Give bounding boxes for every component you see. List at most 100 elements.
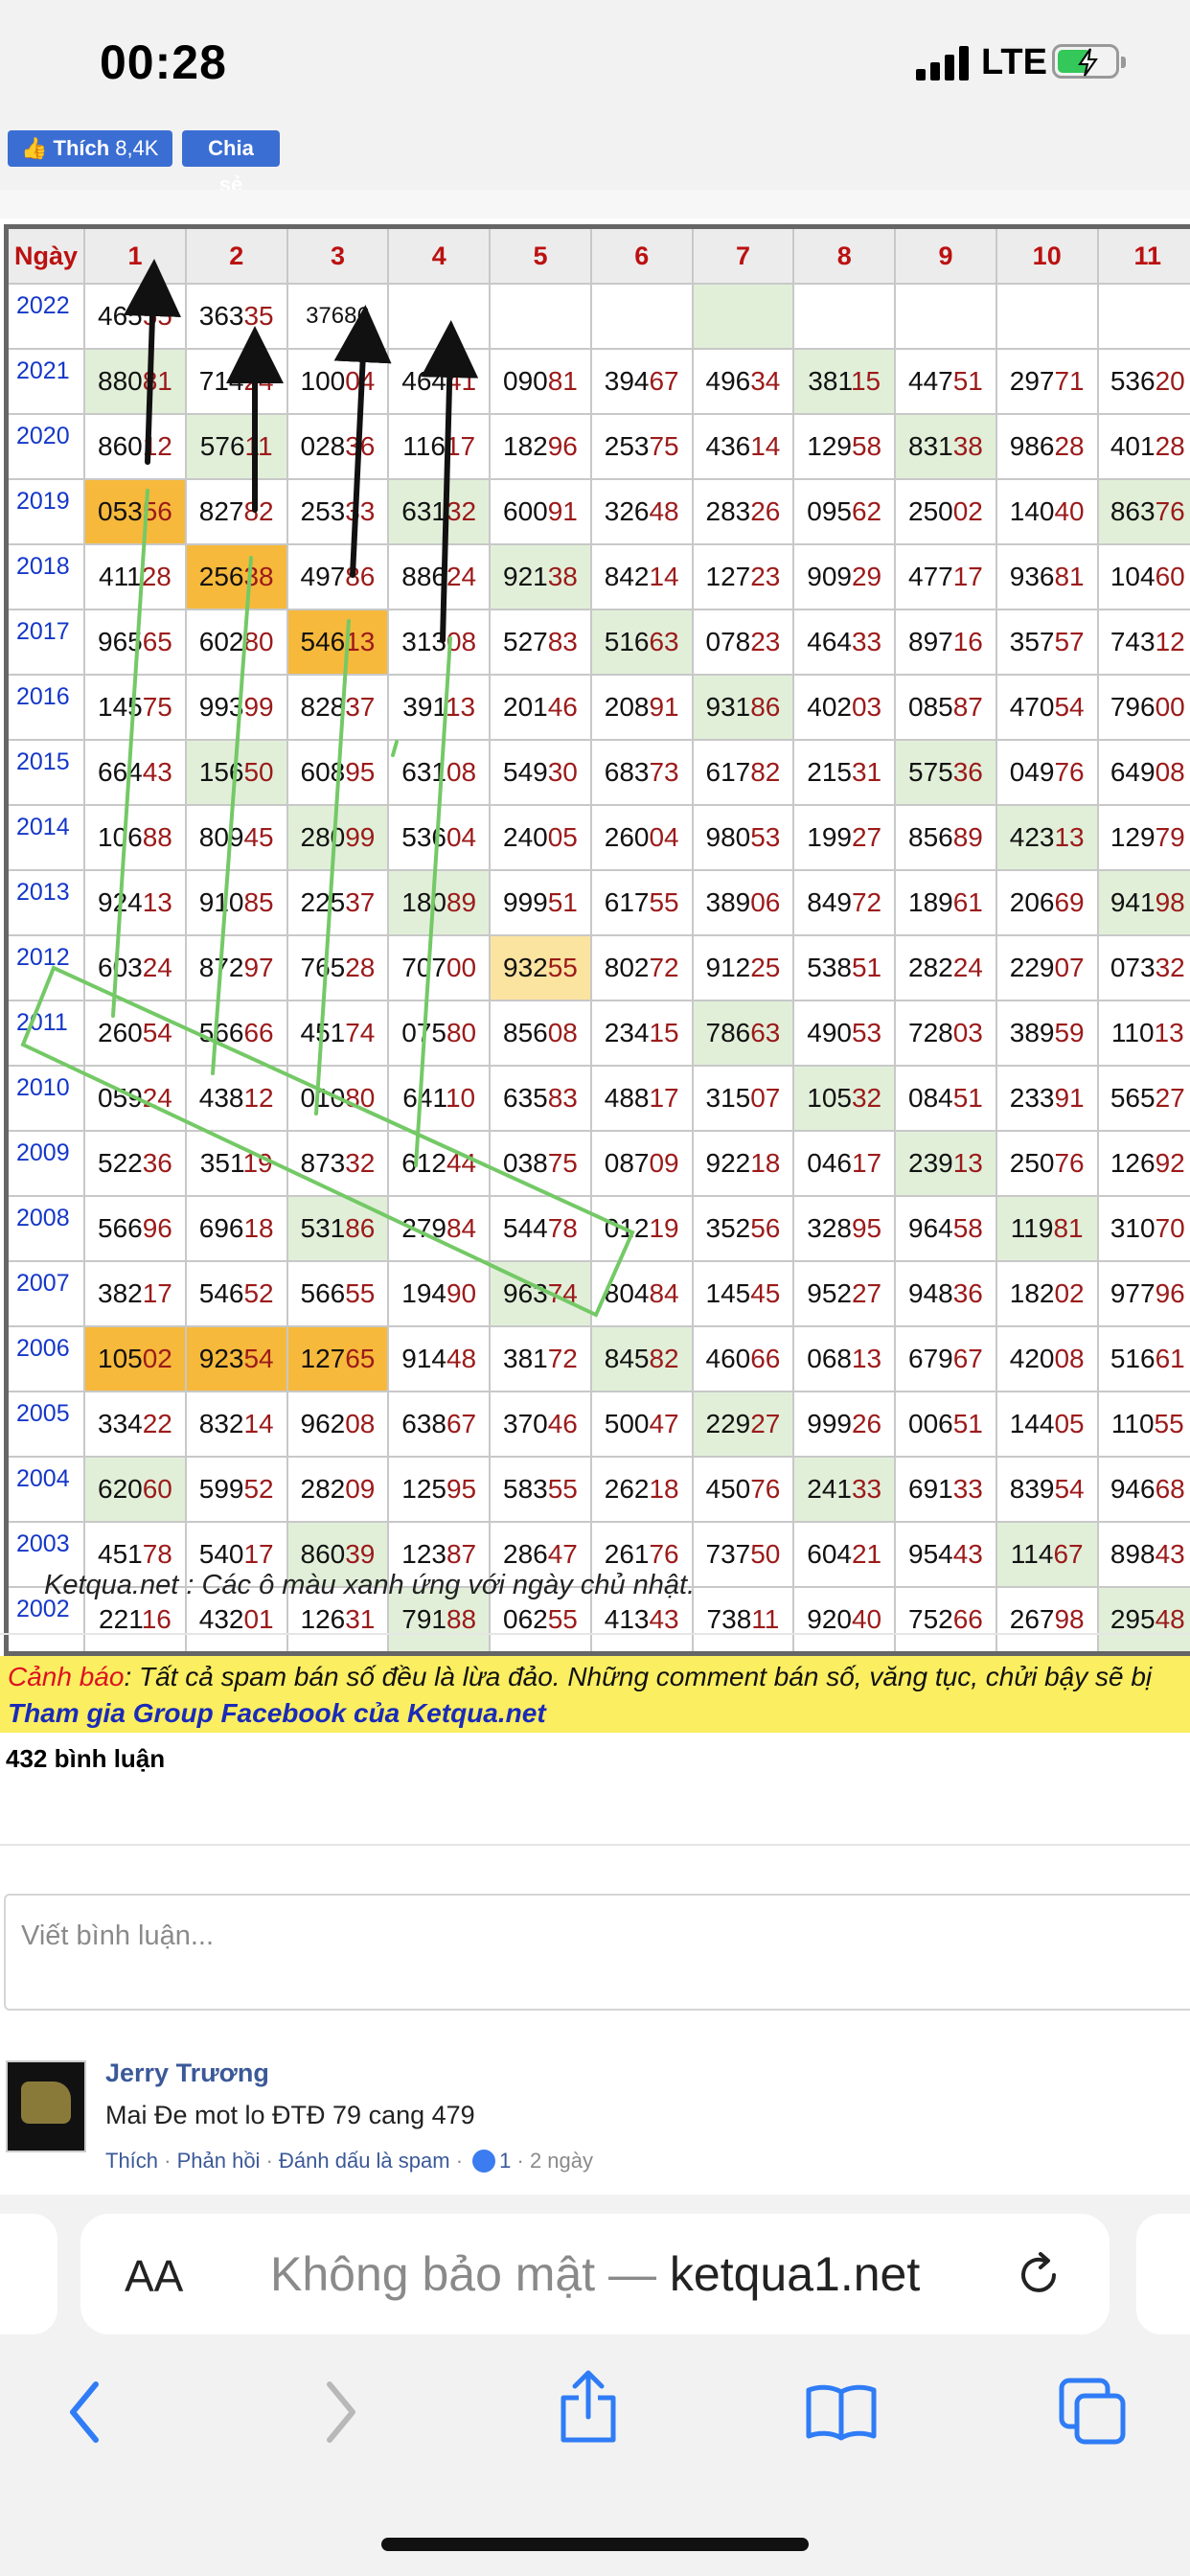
- result-cell: 84582: [589, 1325, 694, 1392]
- result-cell: 10532: [792, 1065, 897, 1132]
- result-last-two-digits: 98: [1155, 887, 1185, 917]
- back-icon[interactable]: [63, 2379, 105, 2446]
- year-link[interactable]: 2013: [5, 869, 86, 936]
- mark-spam-link[interactable]: Đánh dấu là spam: [279, 2149, 450, 2173]
- address-bar[interactable]: AA Không bảo mật — ketqua1.net: [80, 2214, 1110, 2334]
- result-lead-digits: 282: [300, 1474, 346, 1504]
- result-lead-digits: 127: [300, 1344, 346, 1373]
- result-lead-digits: 145: [705, 1278, 751, 1308]
- result-lead-digits: 447: [908, 366, 953, 396]
- year-link[interactable]: 2007: [5, 1260, 86, 1327]
- result-lead-digits: 608: [300, 757, 346, 787]
- year-link[interactable]: 2009: [5, 1130, 86, 1197]
- year-link[interactable]: 2006: [5, 1325, 86, 1392]
- forward-icon[interactable]: [320, 2379, 362, 2446]
- previous-tab-edge[interactable]: [0, 2214, 57, 2334]
- year-link[interactable]: 2010: [5, 1065, 86, 1132]
- year-link[interactable]: 2011: [5, 1000, 86, 1067]
- year-link[interactable]: 2008: [5, 1195, 86, 1262]
- result-last-two-digits: 53: [851, 1018, 882, 1047]
- result-last-two-digits: 23: [750, 627, 781, 656]
- result-last-two-digits: 33: [851, 1474, 882, 1504]
- table-row: 2022 46555 36335 37686: [5, 283, 1190, 350]
- result-lead-digits: 436: [705, 431, 751, 461]
- year-link[interactable]: 2020: [5, 413, 86, 480]
- avatar[interactable]: [6, 2060, 86, 2152]
- result-lead-digits: 488: [604, 1083, 650, 1113]
- table-row: 2006 10502 92354 12765 91448 38172 84582 46066 0…: [5, 1325, 1190, 1392]
- year-link[interactable]: 2017: [5, 609, 86, 676]
- comment-item: Jerry Trương Mai Đe mot lo ĐTĐ 79 cang 4…: [0, 2045, 1190, 2189]
- year-link[interactable]: 2019: [5, 478, 86, 545]
- facebook-like-button[interactable]: 👍 Thích 8,4K: [8, 130, 172, 167]
- result-last-two-digits: 75: [649, 431, 679, 461]
- like-link[interactable]: Thích: [105, 2149, 158, 2173]
- result-cell: 11981: [995, 1195, 1099, 1262]
- result-lead-digits: 845: [604, 1344, 650, 1373]
- result-cell: 10004: [286, 348, 390, 415]
- result-cell: 35256: [691, 1195, 795, 1262]
- result-cell: 97796: [1096, 1260, 1190, 1327]
- result-last-two-digits: 33: [345, 496, 376, 526]
- tabs-icon[interactable]: [1058, 2377, 1127, 2446]
- result-cell: 93186: [691, 674, 795, 741]
- bookmarks-icon[interactable]: [805, 2382, 878, 2442]
- join-facebook-group-link[interactable]: Tham gia Group Facebook của Ketqua.net: [8, 1698, 546, 1729]
- result-last-two-digits: 32: [345, 1148, 376, 1178]
- result-lead-digits: 649: [1110, 757, 1156, 787]
- network-type: LTE: [981, 42, 1047, 82]
- year-link[interactable]: 2015: [5, 739, 86, 806]
- result-lead-digits: 641: [402, 1083, 446, 1113]
- reply-link[interactable]: Phản hồi: [177, 2149, 261, 2173]
- result-last-two-digits: 55: [547, 1604, 578, 1634]
- result-lead-digits: 898: [1110, 1539, 1156, 1569]
- year-link[interactable]: 2022: [5, 283, 86, 350]
- text-size-button[interactable]: AA: [125, 2250, 183, 2302]
- result-lead-digits: 085: [908, 692, 953, 722]
- result-cell: 24133: [792, 1456, 897, 1523]
- result-last-two-digits: 05: [1054, 1409, 1085, 1438]
- result-lead-digits: 253: [300, 496, 346, 526]
- result-cell: 86376: [1096, 478, 1190, 545]
- result-cell: 49053: [792, 1000, 897, 1067]
- result-lead-digits: 106: [98, 822, 143, 852]
- result-lead-digits: 842: [604, 562, 650, 591]
- result-cell: 00651: [894, 1391, 997, 1458]
- result-lead-digits: 460: [705, 1344, 751, 1373]
- facebook-share-button[interactable]: Chia sẻ: [182, 130, 280, 196]
- result-cell: 50047: [589, 1391, 694, 1458]
- table-row: 2018 41128 25638 49786 88624 92138 84214 12723 9…: [5, 543, 1190, 610]
- next-tab-edge[interactable]: [1136, 2214, 1190, 2334]
- year-link[interactable]: 2016: [5, 674, 86, 741]
- lottery-results-table: Ngày 1 2 3 4 5 6 7 8 9 10 11 2022 46555 36335 37686 202…: [4, 224, 1190, 1656]
- result-lead-digits: 432: [198, 1604, 244, 1634]
- result-cell: 96458: [894, 1195, 997, 1262]
- result-cell: 22907: [995, 934, 1099, 1001]
- result-last-two-digits: 81: [547, 366, 578, 396]
- year-link[interactable]: 2005: [5, 1391, 86, 1458]
- result-last-two-digits: 51: [952, 1409, 983, 1438]
- comment-input[interactable]: Viết bình luận...: [4, 1894, 1190, 2011]
- result-cell: 57611: [184, 413, 288, 480]
- reload-icon[interactable]: [1012, 2248, 1065, 2302]
- result-cell: 73811: [691, 1586, 795, 1655]
- result-lead-digits: 260: [98, 1018, 143, 1047]
- year-link[interactable]: 2021: [5, 348, 86, 415]
- result-cell: 47054: [995, 674, 1099, 741]
- result-last-two-digits: 32: [1155, 953, 1185, 982]
- year-link[interactable]: 2018: [5, 543, 86, 610]
- comment-author[interactable]: Jerry Trương: [105, 2058, 269, 2088]
- year-link[interactable]: 2014: [5, 804, 86, 871]
- result-lead-digits: 963: [503, 1278, 548, 1308]
- year-link[interactable]: 2004: [5, 1456, 86, 1523]
- year-link[interactable]: 2012: [5, 934, 86, 1001]
- share-icon[interactable]: [558, 2369, 619, 2446]
- result-cell: 37686: [286, 283, 390, 350]
- result-last-two-digits: 34: [750, 366, 781, 396]
- result-cell: 18089: [387, 869, 492, 936]
- result-cell: 69618: [184, 1195, 288, 1262]
- table-row: 2011 26054 56666 45174 07580 85608 23415 78663 4…: [5, 1000, 1190, 1067]
- result-cell: 95227: [792, 1260, 897, 1327]
- home-indicator[interactable]: [381, 2538, 809, 2551]
- result-last-two-digits: 09: [649, 1148, 679, 1178]
